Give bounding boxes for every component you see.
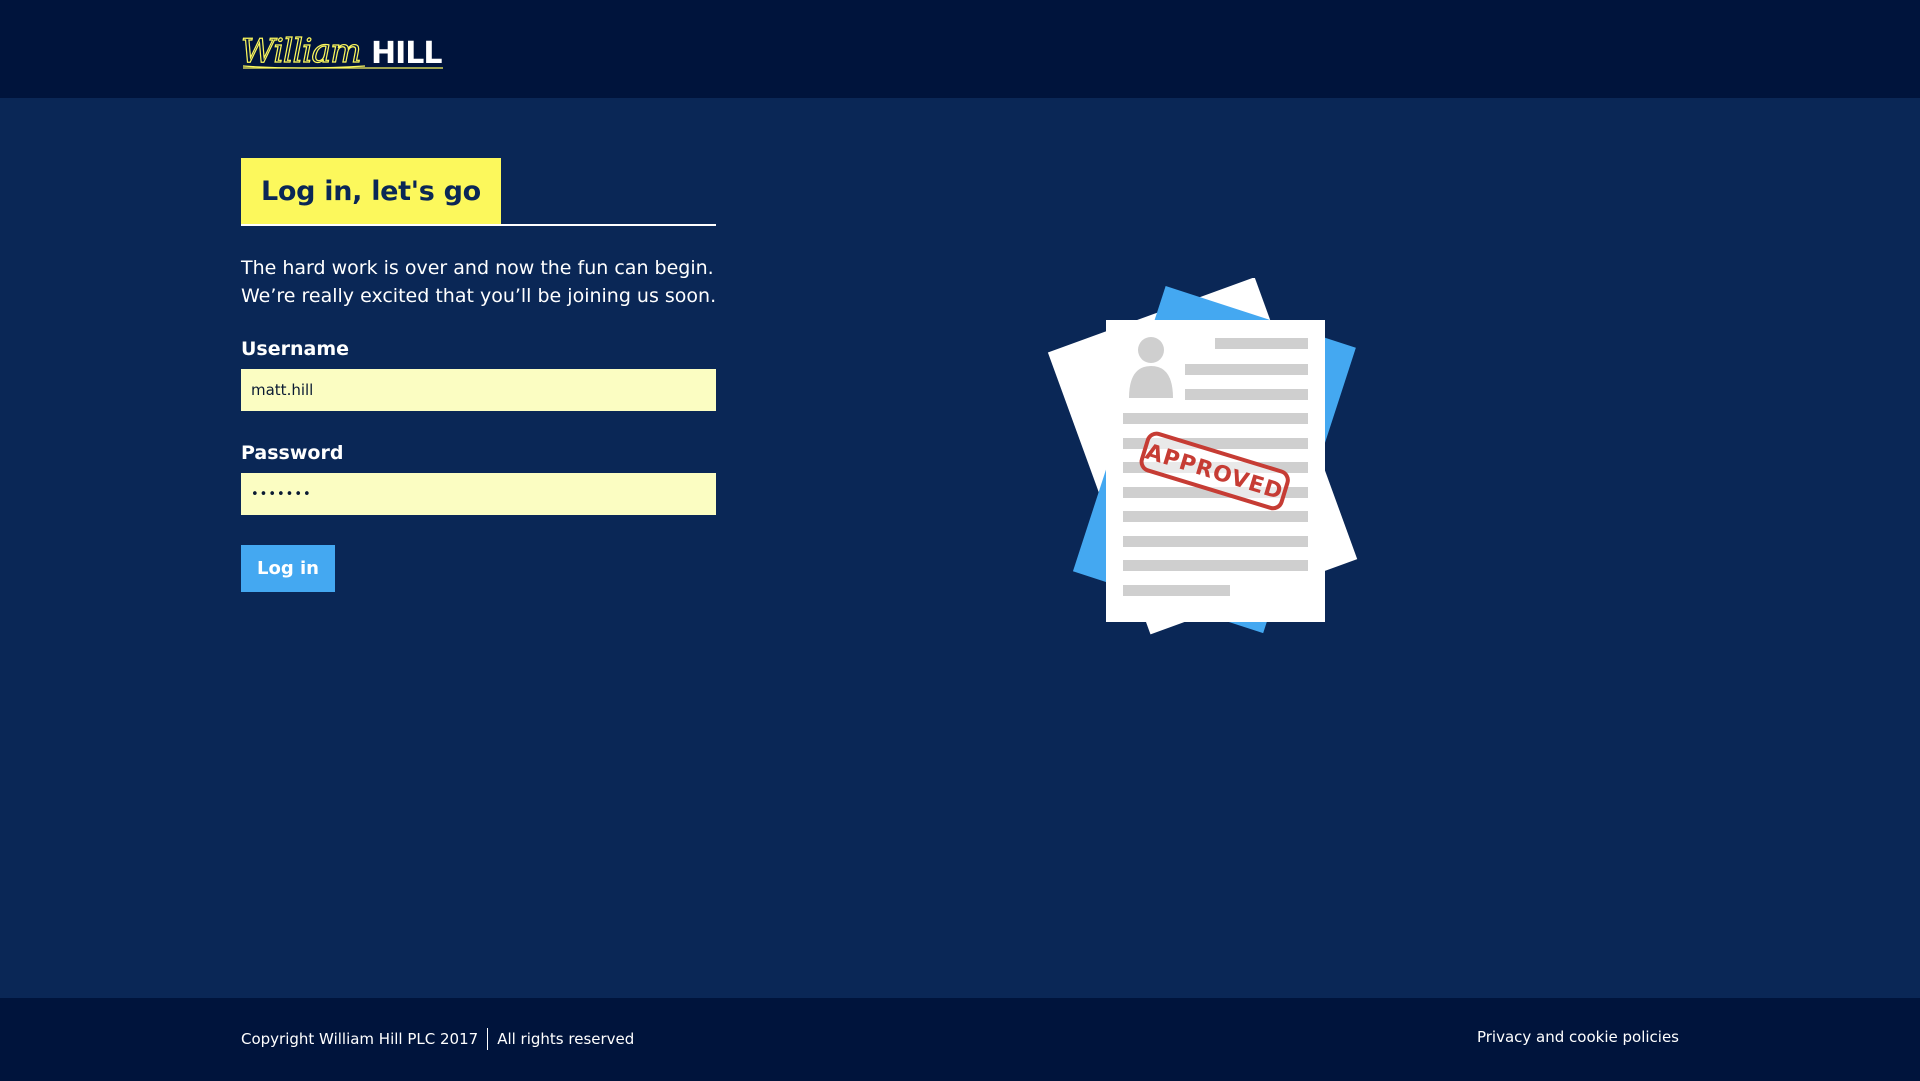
logo-graphic: William HILL [241, 30, 443, 71]
intro-text: The hard work is over and now the fun ca… [241, 254, 761, 310]
login-page: William HILL Log in, let's go The hard w… [0, 0, 1920, 1081]
rights-text: All rights reserved [497, 1030, 635, 1048]
logo-script-text: William [241, 31, 361, 70]
privacy-policy-link[interactable]: Privacy and cookie policies [1477, 1028, 1679, 1046]
intro-line-2: We’re really excited that you’ll be join… [241, 285, 717, 307]
copyright-notice: Copyright William Hill PLC 2017 All righ… [241, 1028, 634, 1050]
username-label: Username [241, 338, 350, 360]
approved-document-icon: APPROVED [1047, 277, 1358, 635]
site-footer: Copyright William Hill PLC 2017 All righ… [0, 998, 1920, 1081]
avatar-head [1138, 337, 1164, 363]
password-input[interactable] [241, 473, 716, 515]
copyright-text: Copyright William Hill PLC 2017 [241, 1030, 479, 1048]
site-header: William HILL [0, 0, 1920, 98]
heading-highlight: Log in, let's go [241, 158, 501, 224]
main-content: Log in, let's go The hard work is over a… [0, 98, 1920, 998]
password-label: Password [241, 442, 344, 464]
login-button[interactable]: Log in [241, 545, 335, 592]
approved-document-illustration: APPROVED [1030, 277, 1370, 678]
logo-block-text: HILL [371, 36, 442, 71]
intro-line-1: The hard work is over and now the fun ca… [241, 257, 714, 279]
heading-underline: Log in, let's go [241, 158, 716, 226]
page-title: Log in, let's go [261, 175, 481, 207]
footer-divider [487, 1028, 489, 1050]
username-input[interactable] [241, 369, 716, 411]
william-hill-logo[interactable]: William HILL [241, 26, 443, 72]
